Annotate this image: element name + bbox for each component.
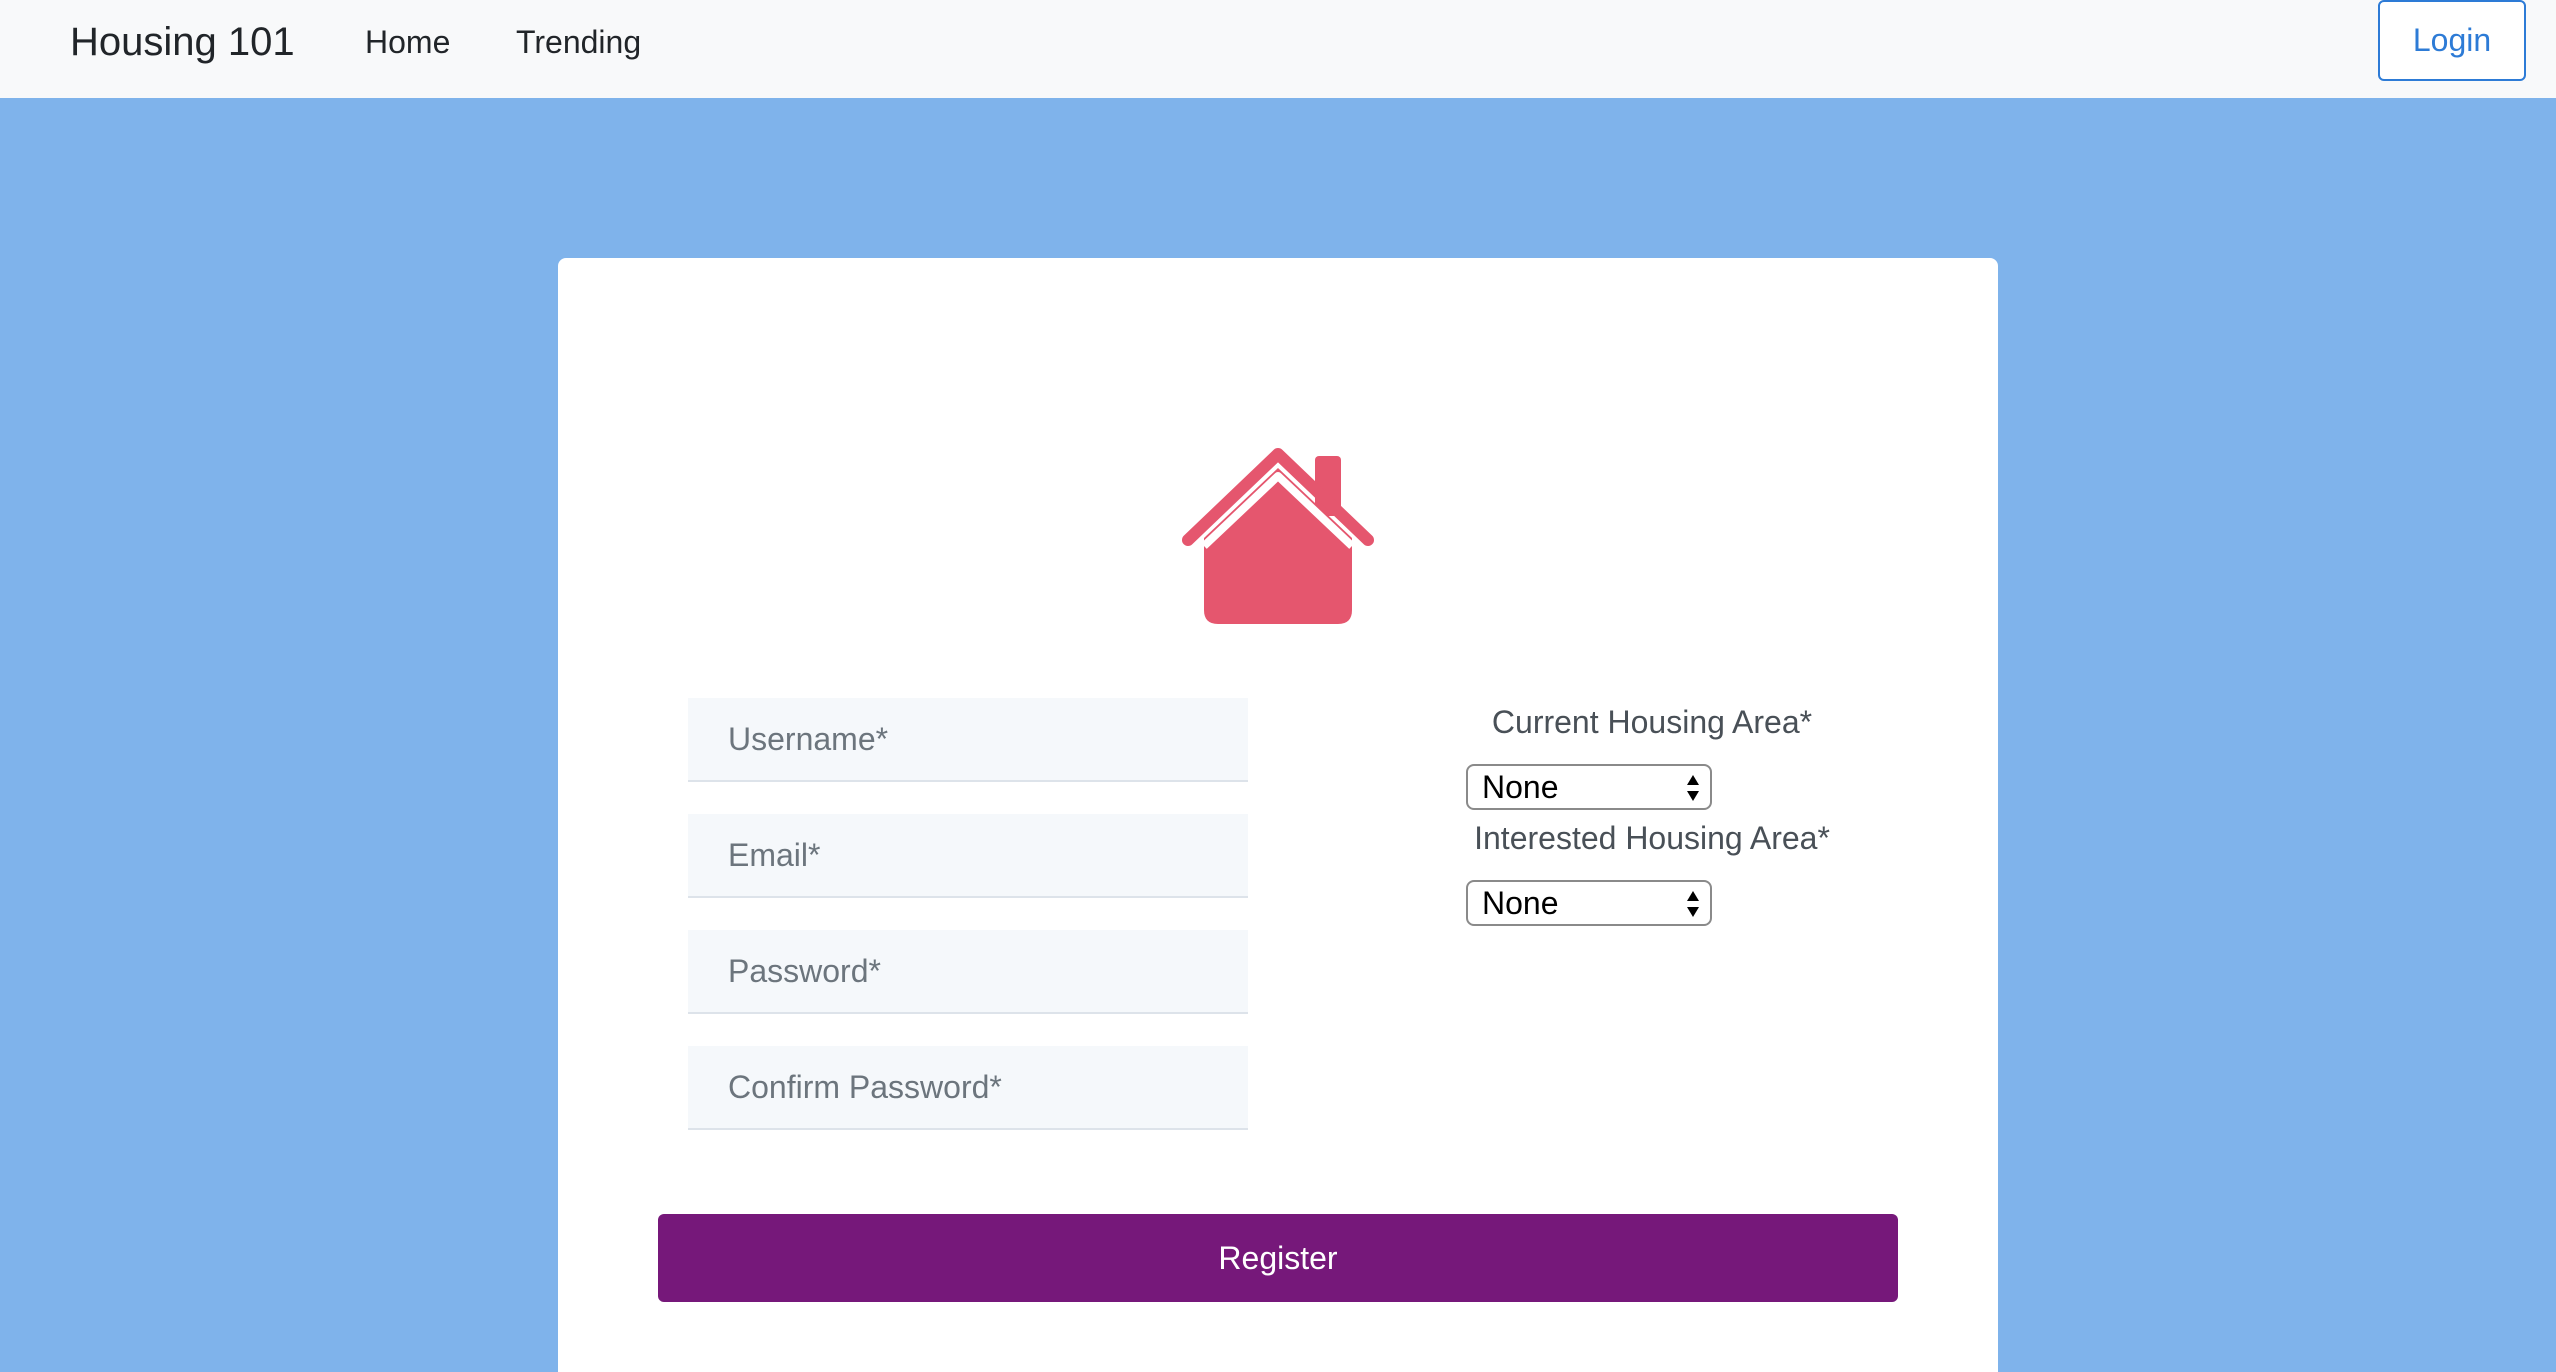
current-housing-area-select[interactable]: None xyxy=(1466,764,1712,810)
select-arrows-icon xyxy=(1687,891,1699,917)
navbar: Housing 101 Home Trending Login xyxy=(0,0,2556,98)
login-button[interactable]: Login xyxy=(2378,0,2526,81)
current-housing-area-value: None xyxy=(1482,769,1559,805)
select-arrows-icon xyxy=(1687,775,1699,801)
brand-logo-text[interactable]: Housing 101 xyxy=(70,18,295,66)
password-input[interactable] xyxy=(688,930,1248,1014)
nav-link-home[interactable]: Home xyxy=(365,22,450,62)
interested-housing-area-select[interactable]: None xyxy=(1466,880,1712,926)
interested-housing-area-value: None xyxy=(1482,885,1559,921)
username-input[interactable] xyxy=(688,698,1248,782)
registration-card: Current Housing Area* None Interested Ho… xyxy=(558,258,1998,1372)
email-input[interactable] xyxy=(688,814,1248,898)
register-button[interactable]: Register xyxy=(658,1214,1898,1302)
house-icon xyxy=(1182,448,1374,624)
confirm-password-input[interactable] xyxy=(688,1046,1248,1130)
interested-housing-area-label: Interested Housing Area* xyxy=(1474,820,1830,856)
nav-link-trending[interactable]: Trending xyxy=(516,22,641,62)
current-housing-area-label: Current Housing Area* xyxy=(1491,704,1813,740)
